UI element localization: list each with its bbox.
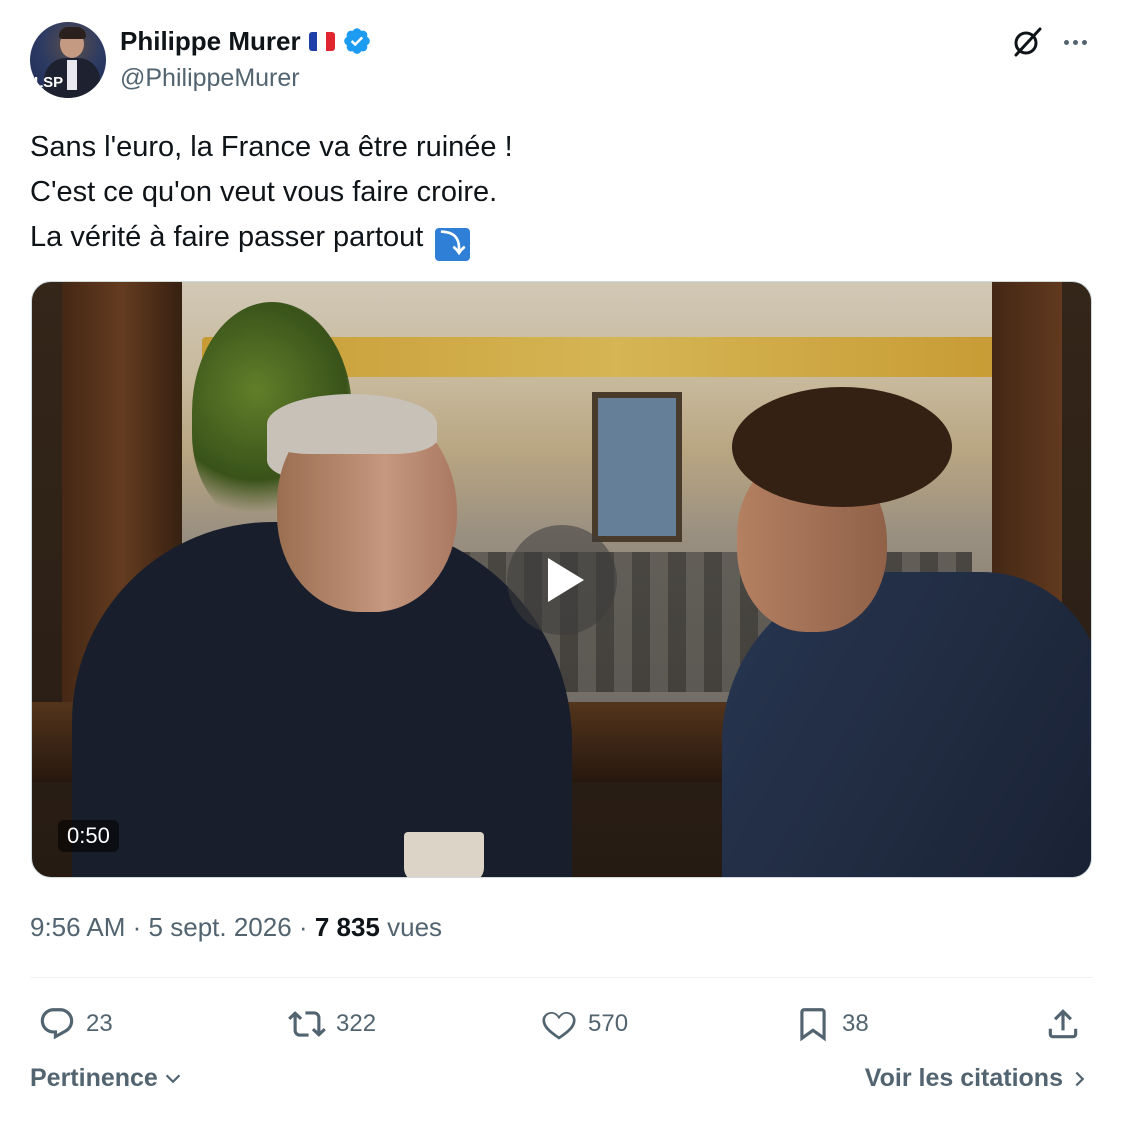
reply-button[interactable]: 23 bbox=[38, 1000, 113, 1048]
author-handle[interactable]: @PhilippeMurer bbox=[120, 64, 300, 93]
tweet-header: LSP Philippe Murer @PhilippeMurer bbox=[30, 22, 1093, 102]
play-icon bbox=[548, 558, 584, 602]
like-count: 570 bbox=[588, 1010, 629, 1037]
tweet-text-line-3: La vérité à faire passer partout ⤵ bbox=[30, 215, 1093, 261]
tweet-meta: 9:56 AM · 5 sept. 2026 · 7 835 vues bbox=[30, 912, 442, 943]
video-player[interactable]: 0:50 bbox=[31, 281, 1092, 878]
share-button[interactable] bbox=[1044, 1000, 1082, 1048]
tweet-date[interactable]: 5 sept. 2026 bbox=[149, 912, 292, 942]
verified-badge-icon[interactable] bbox=[342, 26, 372, 56]
view-quotes-link[interactable]: Voir les citations bbox=[865, 1064, 1089, 1093]
bookmark-button[interactable]: 38 bbox=[794, 1000, 869, 1048]
tweet-text-line-2: C'est ce qu'on veut vous faire croire. bbox=[30, 176, 498, 208]
repost-button[interactable]: 322 bbox=[288, 1000, 376, 1048]
reply-count: 23 bbox=[86, 1010, 113, 1037]
reply-icon bbox=[40, 1008, 74, 1040]
sort-label: Pertinence bbox=[30, 1064, 158, 1092]
meta-separator: · bbox=[132, 912, 142, 942]
french-flag-icon bbox=[308, 31, 335, 51]
quotes-label: Voir les citations bbox=[864, 1064, 1063, 1092]
bookmark-count: 38 bbox=[842, 1010, 869, 1037]
chevron-down-icon bbox=[165, 1074, 181, 1083]
views-count: 7 835 bbox=[314, 912, 380, 942]
tweet-text-line-1: Sans l'euro, la France va être ruinée ! bbox=[30, 131, 513, 163]
like-button[interactable]: 570 bbox=[540, 1000, 628, 1048]
more-options-icon[interactable] bbox=[1057, 26, 1093, 58]
divider bbox=[30, 977, 1093, 978]
heart-icon bbox=[542, 1012, 576, 1040]
tweet-text: Sans l'euro, la France va être ruinée ! … bbox=[30, 125, 1093, 261]
tweet-time[interactable]: 9:56 AM bbox=[30, 912, 125, 942]
bookmark-icon bbox=[800, 1008, 826, 1042]
views-label: vues bbox=[387, 912, 443, 942]
author-name-row: Philippe Murer bbox=[120, 26, 372, 56]
chevron-right-icon bbox=[1075, 1071, 1085, 1086]
meta-separator-2: · bbox=[298, 912, 308, 942]
share-icon bbox=[1048, 1009, 1078, 1039]
action-bar: 23 322 570 38 bbox=[30, 1000, 1093, 1048]
avatar[interactable]: LSP bbox=[30, 22, 106, 98]
avatar-channel-logo: LSP bbox=[34, 74, 64, 91]
play-button[interactable] bbox=[507, 525, 617, 635]
repost-count: 322 bbox=[336, 1010, 377, 1037]
video-duration: 0:50 bbox=[58, 820, 119, 852]
arrow-down-emoji-icon: ⤵ bbox=[435, 228, 471, 261]
grok-icon[interactable] bbox=[1009, 24, 1045, 60]
tweet-text-line-3-text: La vérité à faire passer partout bbox=[30, 221, 424, 253]
tweet-footer: Pertinence Voir les citations bbox=[30, 1064, 1093, 1100]
sort-dropdown[interactable]: Pertinence bbox=[30, 1064, 184, 1093]
repost-icon bbox=[288, 1011, 326, 1037]
author-name[interactable]: Philippe Murer bbox=[120, 26, 301, 57]
